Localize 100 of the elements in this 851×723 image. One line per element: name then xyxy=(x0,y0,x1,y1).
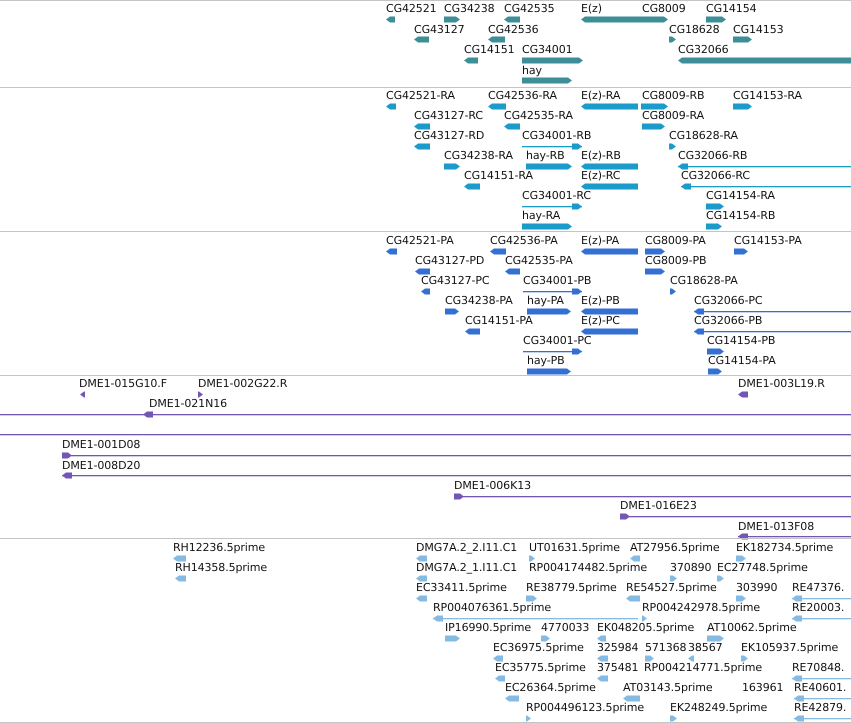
feature-label: E(z)-PA xyxy=(581,234,620,247)
feature-label: RP004214771.5prime xyxy=(644,661,762,674)
feature-label: hay-PB xyxy=(527,354,565,367)
feature-label: 38567 xyxy=(688,641,722,654)
feature-label: EK182734.5prime xyxy=(736,541,834,554)
feature-label: RE40601. xyxy=(794,681,846,694)
feature-label: CG14154-PA xyxy=(708,354,776,367)
feature-label: RE42879. xyxy=(794,701,846,714)
feature-label: 375481 xyxy=(597,661,638,674)
feature-label: CG43127-RC xyxy=(414,109,483,122)
feature-label: CG18628-PA xyxy=(670,274,738,287)
feature-label: CG14151 xyxy=(464,43,514,56)
feature-label: DMG7A.2_1.I11.C1 xyxy=(416,561,518,574)
feature-label: DME1-015G10.F xyxy=(79,377,167,390)
feature-label: AT03143.5prime xyxy=(623,681,713,694)
feature-label: AT10062.5prime xyxy=(707,621,797,634)
feature-label: CG8009-RB xyxy=(642,89,704,102)
feature-label: CG42535-RA xyxy=(504,109,573,122)
feature-label: E(z)-RB xyxy=(581,149,621,162)
feature-label: DMG7A.2_2.I11.C1 xyxy=(416,541,518,554)
feature-label: EK105937.5prime xyxy=(741,641,838,654)
feature-label: RP004174482.5prime xyxy=(529,561,648,574)
feature-label: CG42536 xyxy=(488,22,538,36)
feature-label: CG14154-PB xyxy=(707,334,776,347)
feature-label: CG34001-PC xyxy=(523,334,592,347)
feature-label: AT27956.5prime xyxy=(630,541,720,554)
feature-label: DME1-021N16 xyxy=(149,397,228,410)
feature-label: EC33411.5prime xyxy=(416,581,507,594)
feature-label: E(z)-RC xyxy=(581,169,620,182)
feature-label: EC35775.5prime xyxy=(495,661,586,674)
feature-label: CG14151-PA xyxy=(465,314,533,327)
feature-label: CG34001-RC xyxy=(522,189,591,202)
feature-label: CG18628-RA xyxy=(669,129,738,142)
feature-label: DME1-003L19.R xyxy=(738,377,825,390)
feature-label: CG42521-PA xyxy=(386,234,454,247)
feature-label: CG43127 xyxy=(414,22,464,36)
feature-label: CG32066-PC xyxy=(694,294,762,307)
feature-label: E(z)-PC xyxy=(581,314,620,327)
feature-label: CG14153 xyxy=(733,22,784,36)
feature-label: CG34238-PA xyxy=(445,294,513,307)
feature-label: CG18628 xyxy=(669,22,720,36)
feature-label: CG42535 xyxy=(504,2,554,15)
feature-label: CG14153-RA xyxy=(733,89,802,102)
feature-label: CG14154-RA xyxy=(706,189,775,202)
feature-label: 370890 xyxy=(670,561,712,574)
feature-label: DME1-002G22.R xyxy=(198,377,288,390)
feature-label: CG34001-PB xyxy=(523,274,592,287)
feature-label: CG42535-PA xyxy=(505,254,573,267)
feature-label: EK248249.5prime xyxy=(670,701,768,714)
feature-label: EK048205.5prime xyxy=(597,621,694,634)
feature-label: CG14151-RA xyxy=(464,169,533,182)
feature-label: 571368 xyxy=(645,641,686,654)
feature-label: CG32066-RC xyxy=(681,169,750,182)
feature-label: CG32066-PB xyxy=(694,314,762,327)
feature-label: EC26364.5prime xyxy=(505,681,596,694)
feature-label: E(z)-RA xyxy=(581,89,620,102)
feature-label: CG43127-PD xyxy=(415,254,484,267)
feature-label: CG34238-RA xyxy=(444,149,513,162)
feature-label: DME1-006K13 xyxy=(454,479,531,492)
feature-label: 4770033 xyxy=(541,621,590,634)
feature-label: EC27748.5prime xyxy=(717,561,808,574)
feature-label: EC36975.5prime xyxy=(493,641,584,654)
feature-label: CG42521 xyxy=(386,2,436,15)
feature-label: E(z) xyxy=(581,2,602,15)
feature-label: E(z)-PB xyxy=(581,294,620,307)
feature-label: UT01631.5prime xyxy=(529,541,620,554)
feature-label: hay xyxy=(522,64,542,76)
feature-label: CG14154-RB xyxy=(706,209,776,222)
feature-label: RP004076361.5prime xyxy=(433,601,552,614)
feature-label: DME1-001D08 xyxy=(62,438,140,452)
feature-label: RP004242978.5prime xyxy=(642,601,760,614)
feature-label: CG34001 xyxy=(522,43,572,56)
feature-label: RE20003. xyxy=(792,601,844,614)
feature-label: RH14358.5prime xyxy=(175,561,268,574)
feature-label: CG43127-PC xyxy=(421,274,490,287)
feature-label: 163961 xyxy=(742,681,784,694)
feature-label: CG43127-RD xyxy=(414,129,484,142)
feature-label: CG42536-RA xyxy=(488,89,557,102)
feature-label: CG34001-RB xyxy=(522,129,592,142)
feature-label: CG34238 xyxy=(444,2,494,15)
feature-label: CG8009 xyxy=(642,2,686,15)
feature-label: CG42536-PA xyxy=(490,234,558,247)
feature-label: 325984 xyxy=(597,641,638,654)
feature-label: CG32066 xyxy=(678,43,728,56)
feature-label: CG8009-PB xyxy=(645,254,706,267)
feature-label: CG42521-RA xyxy=(386,89,455,102)
feature-label: 303990 xyxy=(736,581,778,594)
feature-label: CG14154 xyxy=(706,2,756,15)
feature-label: CG8009-PA xyxy=(645,234,706,247)
feature-label: hay-RA xyxy=(522,209,560,222)
feature-label: RE47376. xyxy=(792,581,844,594)
feature-label: CG32066-RB xyxy=(678,149,748,162)
feature-label: RE70848. xyxy=(792,661,844,674)
feature-label: DME1-016E23 xyxy=(620,499,697,512)
feature-label: RH12236.5prime xyxy=(173,541,266,554)
feature-label: DME1-008D20 xyxy=(62,458,140,472)
feature-label: IP16990.5prime xyxy=(445,621,532,634)
feature-label: DME1-013F08 xyxy=(738,520,814,533)
feature-label: RE54527.5prime xyxy=(626,581,717,594)
feature-label: CG8009-RA xyxy=(642,109,704,122)
